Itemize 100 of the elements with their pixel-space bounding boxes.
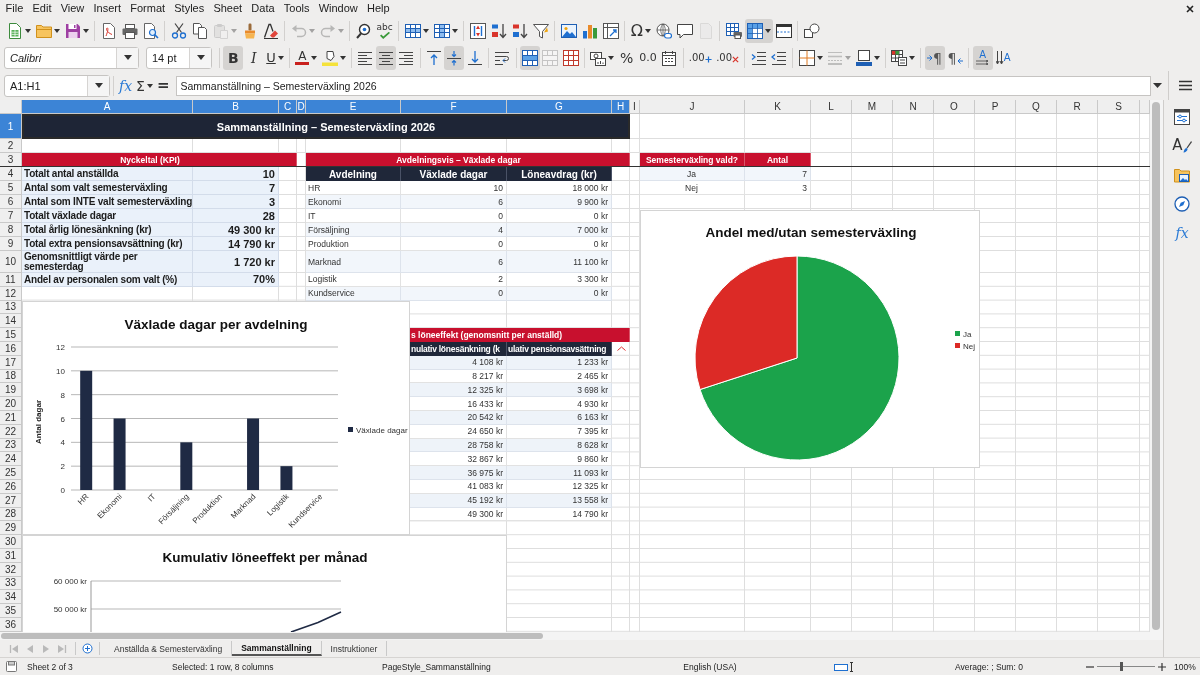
kpi-label: Antal som INTE valt semesterväxling: [22, 195, 193, 209]
section-header: Avdelningsvis – Växlade dagar: [306, 153, 630, 167]
menu-item[interactable]: Sheet: [208, 0, 247, 17]
menu-item[interactable]: File: [1, 0, 28, 17]
caret-icon: [608, 55, 615, 60]
ltr-button[interactable]: ¶: [924, 45, 945, 70]
formula-button[interactable]: =: [154, 73, 172, 98]
column-header[interactable]: K: [745, 100, 811, 114]
table-cell: 10: [401, 181, 507, 195]
row-header[interactable]: 20: [0, 397, 22, 411]
menu-item[interactable]: Format: [125, 0, 170, 17]
styles-button[interactable]: A: [1170, 134, 1194, 157]
column-header[interactable]: R: [1057, 100, 1098, 114]
column-header[interactable]: Q: [1016, 100, 1057, 114]
menu-item[interactable]: Styles: [169, 0, 209, 17]
menu-item[interactable]: Edit: [27, 0, 57, 17]
horizontal-scrollbar[interactable]: [0, 632, 1163, 640]
selection-mode-icon[interactable]: [834, 661, 856, 672]
expand-caret-icon[interactable]: [1152, 83, 1162, 88]
row-header[interactable]: 29: [0, 521, 22, 536]
column-header[interactable]: M: [852, 100, 893, 114]
menu-item[interactable]: Tools: [279, 0, 315, 17]
sum-button[interactable]: Σ: [134, 73, 155, 98]
row-header[interactable]: 2: [0, 139, 22, 153]
column-header[interactable]: O: [934, 100, 975, 114]
column-header[interactable]: P: [975, 100, 1016, 114]
font-color-button[interactable]: A: [293, 45, 320, 70]
row-header[interactable]: 14: [0, 314, 22, 329]
menu-item[interactable]: Insert: [88, 0, 126, 17]
chart-title: Kumulativ löneeffekt per månad: [162, 550, 368, 565]
row-header[interactable]: 8: [0, 223, 22, 237]
zoom-in-icon[interactable]: [1158, 662, 1166, 671]
sheet-tab[interactable]: Instruktioner: [321, 641, 388, 656]
font-size-combobox[interactable]: 14 pt: [146, 46, 212, 69]
slider-thumb[interactable]: [1120, 662, 1124, 671]
column-header[interactable]: C: [279, 100, 297, 114]
percent-button[interactable]: %: [616, 45, 637, 70]
add-decimal-button[interactable]: .00: [686, 45, 714, 70]
column-header[interactable]: H: [612, 100, 630, 114]
delete-decimal-button[interactable]: .00: [714, 45, 742, 70]
row-header[interactable]: 15: [0, 328, 22, 342]
merge-center-button[interactable]: [519, 45, 540, 70]
pivot-table-icon: [602, 22, 619, 39]
font-name-combobox[interactable]: Calibri: [4, 46, 139, 69]
column-header[interactable]: B: [193, 100, 279, 114]
menu-item[interactable]: Window: [314, 0, 363, 17]
row-header[interactable]: 6: [0, 195, 22, 209]
row-header[interactable]: 19: [0, 383, 22, 398]
functions-button[interactable]: fx: [1170, 221, 1194, 244]
scrollbar-thumb[interactable]: [1, 633, 543, 639]
document-status-icon[interactable]: [5, 661, 17, 672]
column-header[interactable]: S: [1098, 100, 1140, 114]
freeze-button[interactable]: [744, 18, 773, 43]
spelling-button[interactable]: abc: [374, 18, 395, 43]
kpi-value: 7: [193, 181, 279, 195]
row-header[interactable]: 24: [0, 452, 22, 467]
close-icon[interactable]: [1186, 4, 1194, 13]
column-header[interactable]: L: [811, 100, 852, 114]
line-series: [290, 611, 342, 632]
add-sheet-icon[interactable]: [82, 643, 93, 654]
name-box[interactable]: A1:H1: [4, 74, 110, 97]
column-header[interactable]: F: [401, 100, 507, 114]
special-character-button[interactable]: Ω: [628, 18, 653, 43]
menu-icon[interactable]: [1178, 80, 1192, 91]
table-cell: 6: [401, 251, 507, 273]
formula-input[interactable]: Sammanställning – Semesterväxling 2026: [175, 75, 1151, 96]
text-vertical-button[interactable]: A: [993, 45, 1014, 70]
rtl-button[interactable]: ¶: [945, 45, 966, 70]
table-cell: IT: [306, 209, 401, 223]
align-middle-button[interactable]: [444, 45, 465, 70]
menu-item[interactable]: Data: [246, 0, 280, 17]
sheet-tab[interactable]: Anställda & Semesterväxling: [105, 641, 233, 656]
column-header[interactable]: G: [507, 100, 612, 114]
row-header[interactable]: 30: [0, 535, 22, 549]
row-header[interactable]: 35: [0, 604, 22, 618]
row-header[interactable]: 3: [0, 153, 22, 167]
row-header[interactable]: 11: [0, 273, 22, 287]
italic-button[interactable]: I: [243, 45, 264, 70]
bold-button[interactable]: B: [223, 45, 244, 70]
sheet-tab[interactable]: Sammanställning: [232, 641, 322, 656]
row-header[interactable]: 9: [0, 237, 22, 251]
underline-button[interactable]: U: [264, 45, 286, 70]
row-header[interactable]: 1: [0, 114, 22, 139]
row-header[interactable]: 5: [0, 181, 22, 195]
column-header[interactable]: J: [640, 100, 745, 114]
row-header[interactable]: 34: [0, 590, 22, 605]
function-wizard-button[interactable]: fx: [117, 73, 135, 98]
column-header[interactable]: E: [306, 100, 401, 114]
row-header[interactable]: 25: [0, 466, 22, 480]
chart-title: Växlade dagar per avdelning: [124, 317, 308, 332]
number-button[interactable]: 0.0: [637, 45, 659, 70]
row-header[interactable]: 7: [0, 209, 22, 223]
row-header[interactable]: 10: [0, 251, 22, 273]
column-header[interactable]: N: [893, 100, 934, 114]
column-header[interactable]: A: [22, 100, 193, 114]
row-header[interactable]: 4: [0, 167, 22, 181]
kpi-label: Total extra pensionsavsättning (kr): [22, 237, 193, 251]
align-center-button[interactable]: [375, 45, 396, 70]
menu-item[interactable]: Help: [362, 0, 395, 17]
menu-item[interactable]: View: [56, 0, 89, 17]
